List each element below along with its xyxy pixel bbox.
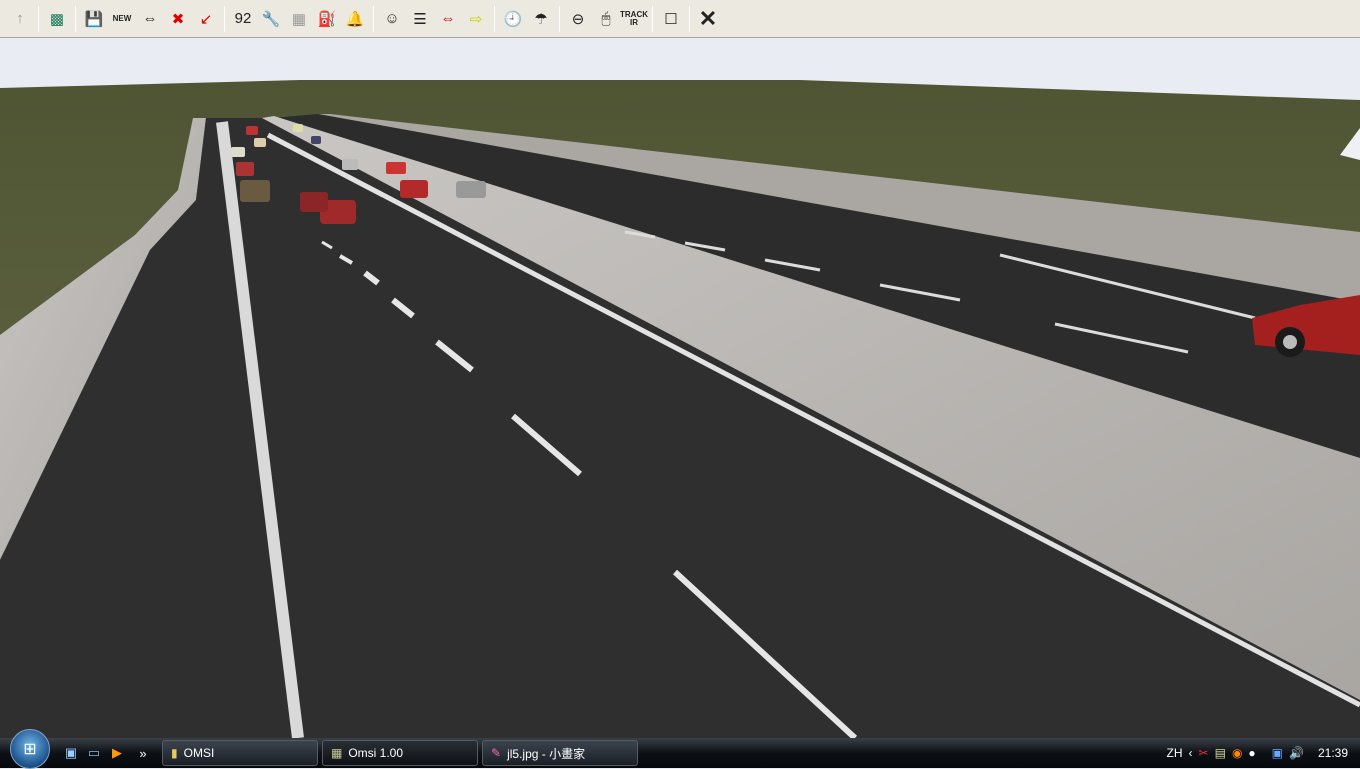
bell-icon: 🔔 <box>345 10 365 28</box>
toolbar-separator <box>494 5 495 32</box>
toolbar-separator <box>38 5 39 32</box>
checkbox-options-button[interactable]: ☐ <box>658 6 684 32</box>
repair-icon: 🔧 <box>261 10 281 28</box>
mouse-icon: 🖱 <box>601 10 611 27</box>
folder-icon: ▮ <box>171 746 178 760</box>
clock-button[interactable]: 🕘 <box>500 6 526 32</box>
tray-orange-icon[interactable]: ◉ <box>1232 746 1242 760</box>
language-indicator[interactable]: ZH <box>1167 746 1183 760</box>
quicklaunch-more-button[interactable]: » <box>134 744 152 762</box>
bell-button[interactable]: 🔔 <box>342 6 368 32</box>
task-paint[interactable]: ✎ jl5.jpg - 小畫家 <box>482 740 638 766</box>
new-bus-icon: NEW <box>112 13 132 23</box>
repair-button[interactable]: 🔧 <box>258 6 284 32</box>
change-bus-button[interactable]: ⇔ <box>137 6 163 32</box>
help-next-icon: ⇨ <box>469 10 483 28</box>
paint-icon: ✎ <box>491 746 502 760</box>
route-number-button[interactable]: 92 <box>230 6 256 32</box>
up-arrow-button[interactable]: ↑ <box>7 6 33 32</box>
start-button[interactable]: ⊞ <box>10 729 50 769</box>
trackir-icon: TRACK IR <box>620 9 648 27</box>
driver-button[interactable]: ☺ <box>379 6 405 32</box>
toolbar-separator <box>689 5 690 32</box>
trackir-button[interactable]: TRACK IR <box>620 6 648 32</box>
driver-icon: ☺ <box>384 10 400 27</box>
mouse-button[interactable]: 🖱 <box>593 6 619 32</box>
taskbar: ⊞ ▣ ▭ ▶ » ▮ OMSI ▦ Omsi 1.00 ✎ jl5.jpg - 小畫… <box>0 729 1360 769</box>
network-icon[interactable]: ▣ <box>1272 746 1283 760</box>
save-button[interactable]: 💾 <box>81 6 107 32</box>
ticket-printer-icon: ▦ <box>291 10 307 28</box>
omsi-app-icon: ▦ <box>331 746 343 760</box>
steering-wheel-button[interactable]: ⊖ <box>565 6 591 32</box>
weather-icon: ☂ <box>534 10 548 28</box>
tray-expand-icon[interactable]: ‹ <box>1189 746 1193 760</box>
tray-mouse-icon[interactable]: ● <box>1248 746 1255 760</box>
route-number-icon: 92 <box>234 10 252 27</box>
3d-viewport[interactable] <box>0 39 1360 738</box>
media-player-icon[interactable]: ▶ <box>108 744 126 762</box>
toolbar-separator <box>75 5 76 32</box>
close-icon: ✕ <box>698 5 718 31</box>
steering-wheel-icon: ⊖ <box>571 10 585 28</box>
pc-switch-icon: ⇔ <box>440 10 456 27</box>
timetable-button[interactable]: ☰ <box>407 6 433 32</box>
system-tray: ZH ‹ ✂ ▤ ◉ ● ▣ 🔊 21:39 <box>1167 746 1360 760</box>
up-arrow-icon: ↑ <box>16 10 24 27</box>
weather-button[interactable]: ☂ <box>528 6 554 32</box>
ticket-printer-button[interactable]: ▦ <box>286 6 312 32</box>
tray-app-icon[interactable]: ✂ <box>1199 746 1209 760</box>
help-next-button[interactable]: ⇨ <box>463 6 489 32</box>
fuel-button[interactable]: ⛽ <box>314 6 340 32</box>
toolbar-separator <box>652 5 653 32</box>
timetable-icon: ☰ <box>413 10 427 28</box>
toolbar: ↑ ▩ 💾 NEW ⇔ ✖ ↙ 92 🔧 ▦ ⛽ 🔔 ☺ ☰ ⇔ ⇨ 🕘 ☂ ⊖ 🖱 TRACK IR ☐ ✕ <box>0 0 1360 38</box>
volume-icon[interactable]: 🔊 <box>1289 746 1304 760</box>
map-icon: ▩ <box>49 10 65 28</box>
show-desktop-icon[interactable]: ▣ <box>62 744 80 762</box>
new-bus-button[interactable]: NEW <box>109 6 135 32</box>
change-bus-icon: ⇔ <box>142 10 158 27</box>
clock-icon: 🕘 <box>503 10 523 28</box>
pc-switch-button[interactable]: ⇔ <box>435 6 461 32</box>
map-button[interactable]: ▩ <box>44 6 70 32</box>
toolbar-separator <box>373 5 374 32</box>
switch-windows-icon[interactable]: ▭ <box>85 744 103 762</box>
toolbar-separator <box>559 5 560 32</box>
fuel-icon: ⛽ <box>317 10 337 28</box>
windows-logo-icon: ⊞ <box>23 741 37 758</box>
clock[interactable]: 21:39 <box>1318 746 1348 760</box>
toolbar-separator <box>224 5 225 32</box>
save-icon: 💾 <box>84 10 104 28</box>
task-omsi-app[interactable]: ▦ Omsi 1.00 <box>322 740 478 766</box>
place-vehicle-button[interactable]: ↙ <box>193 6 219 32</box>
tray-folder-icon[interactable]: ▤ <box>1215 746 1226 760</box>
delete-bus-icon: ✖ <box>171 10 185 28</box>
delete-bus-button[interactable]: ✖ <box>165 6 191 32</box>
checkbox-options-icon: ☐ <box>664 10 678 28</box>
close-button[interactable]: ✕ <box>695 6 721 32</box>
task-omsi-folder[interactable]: ▮ OMSI <box>162 740 318 766</box>
place-vehicle-icon: ↙ <box>199 10 213 28</box>
